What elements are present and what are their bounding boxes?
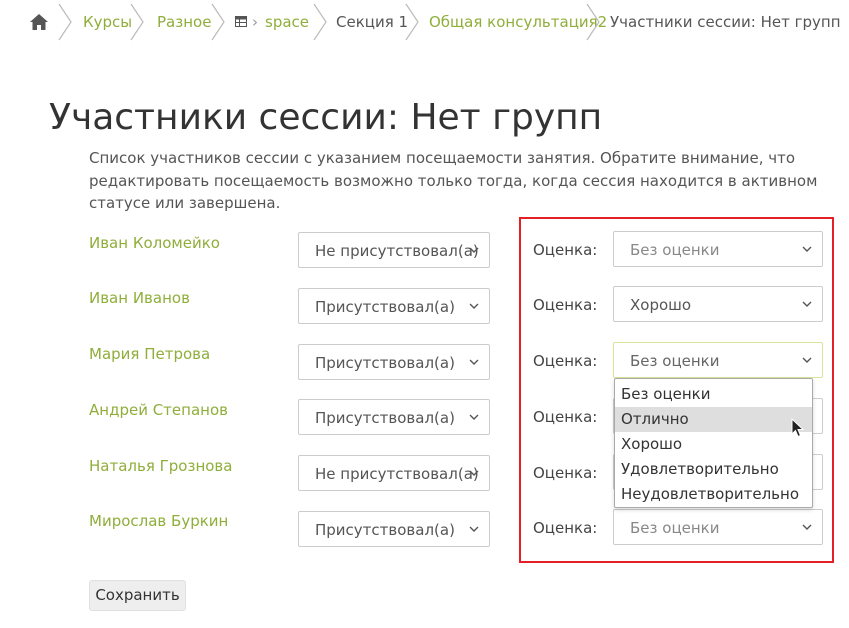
grade-select[interactable]: Хорошо [613, 286, 823, 322]
breadcrumb: Курсы Разное › space Секция 1 Общая конс… [0, 0, 849, 44]
participant-name[interactable]: Иван Коломейко [89, 233, 220, 253]
grade-label: Оценка: [533, 464, 598, 482]
participant-name[interactable]: Мария Петрова [89, 344, 210, 364]
grade-dropdown-list: Без оценки Отлично Хорошо Удовлетворител… [614, 378, 813, 508]
breadcrumb-courses[interactable]: Курсы [83, 12, 132, 32]
grade-select[interactable]: Без оценки [613, 231, 823, 267]
breadcrumb-current: Участники сессии: Нет групп [610, 13, 841, 31]
breadcrumb-separator [211, 3, 225, 41]
attendance-select[interactable]: Не присутствовал(а) [298, 455, 490, 491]
chevron-down-icon [469, 303, 479, 309]
grade-option[interactable]: Хорошо [615, 432, 812, 457]
home-icon[interactable] [29, 12, 49, 32]
grade-label: Оценка: [533, 241, 598, 259]
chevron-down-icon [469, 414, 479, 420]
grade-option-hovered[interactable]: Отлично [615, 407, 812, 432]
attendance-value: Присутствовал(а) [315, 298, 455, 316]
participant-name[interactable]: Мирослав Буркин [89, 511, 228, 531]
attendance-value: Присутствовал(а) [315, 409, 455, 427]
attendance-select[interactable]: Присутствовал(а) [298, 511, 490, 547]
grade-value: Без оценки [630, 352, 720, 370]
grade-select[interactable]: Без оценки [613, 509, 823, 545]
grade-label: Оценка: [533, 519, 598, 537]
grade-label: Оценка: [533, 352, 598, 370]
save-button[interactable]: Сохранить [89, 580, 186, 611]
attendance-select[interactable]: Присутствовал(а) [298, 399, 490, 435]
breadcrumb-separator [58, 3, 72, 41]
breadcrumb-section: Секция 1 [336, 13, 409, 31]
participant-name[interactable]: Андрей Степанов [89, 400, 228, 420]
chevron-down-icon [469, 470, 479, 476]
chevron-down-icon [802, 301, 812, 307]
participant-name[interactable]: Иван Иванов [89, 288, 190, 308]
attendance-value: Не присутствовал(а) [315, 242, 479, 260]
chevron-down-icon [469, 247, 479, 253]
grade-label: Оценка: [533, 296, 598, 314]
attendance-select[interactable]: Присутствовал(а) [298, 344, 490, 380]
breadcrumb-separator [405, 3, 419, 41]
participant-name[interactable]: Наталья Грознова [89, 456, 232, 476]
chevron-down-icon [802, 524, 812, 530]
page-description: Список участников сессии с указанием пос… [89, 149, 818, 212]
chevron-down-icon [469, 526, 479, 532]
chevron-down-icon [802, 246, 812, 252]
chevron-down-icon [469, 359, 479, 365]
breadcrumb-consultation[interactable]: Общая консультация2 [429, 12, 607, 32]
attendance-value: Присутствовал(а) [315, 354, 455, 372]
grade-option[interactable]: Без оценки [615, 382, 812, 407]
breadcrumb-separator [130, 3, 144, 41]
table-icon [235, 16, 247, 27]
grade-value: Без оценки [630, 241, 720, 259]
attendance-value: Не присутствовал(а) [315, 465, 479, 483]
grade-value: Без оценки [630, 519, 720, 537]
breadcrumb-separator [586, 3, 600, 41]
attendance-value: Присутствовал(а) [315, 521, 455, 539]
breadcrumb-space[interactable]: space [265, 12, 309, 32]
grade-label: Оценка: [533, 408, 598, 426]
attendance-select[interactable]: Не присутствовал(а) [298, 232, 490, 268]
attendance-select[interactable]: Присутствовал(а) [298, 288, 490, 324]
breadcrumb-misc[interactable]: Разное [157, 12, 211, 32]
grade-option[interactable]: Неудовлетворительно [615, 482, 812, 507]
grade-select-open[interactable]: Без оценки [613, 342, 823, 378]
breadcrumb-chevron-small: › [252, 13, 258, 31]
grade-value: Хорошо [630, 296, 692, 314]
grade-option[interactable]: Удовлетворительно [615, 457, 812, 482]
page-title: Участники сессии: Нет групп [49, 97, 603, 138]
breadcrumb-separator [313, 3, 327, 41]
chevron-down-icon [802, 357, 812, 363]
